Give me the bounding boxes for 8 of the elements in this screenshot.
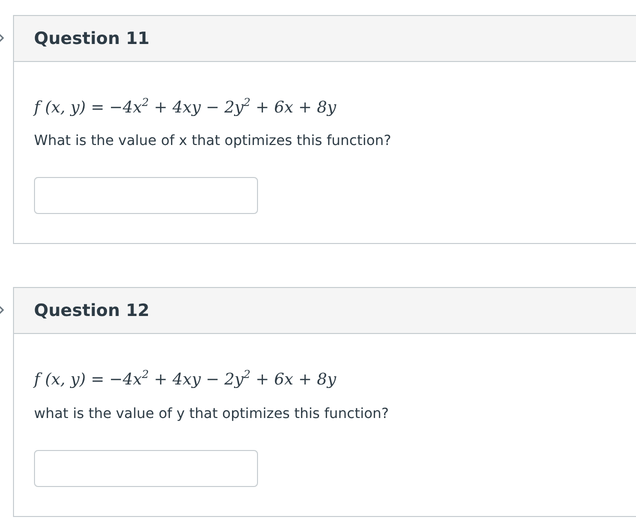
question-title: Question 11 [34, 28, 150, 48]
question-text: what is the value of y that optimizes this function? [34, 404, 390, 424]
formula: f (x, y) = −4x$^{2}$ + 4xy − 2y$^{2}$ + 6x + 8y [34, 367, 338, 391]
formula: f (x, y) = −4x$^{2}$ + 4xy − 2y$^{2}$ + 6x + 8y [34, 95, 338, 118]
answer-field[interactable] [34, 177, 258, 214]
question-text: What is the value of x that optimizes this function? [34, 132, 392, 152]
question-title: Question 12 [34, 300, 150, 321]
answer-field[interactable] [34, 450, 258, 487]
